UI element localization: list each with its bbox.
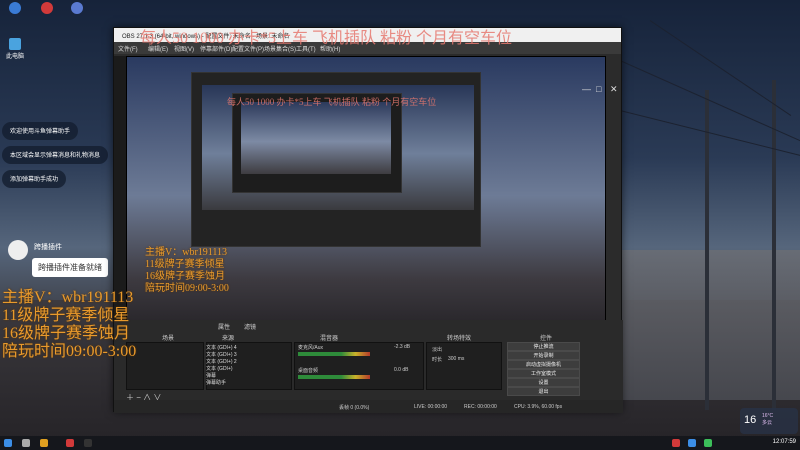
power-line <box>649 20 792 116</box>
minimize-icon[interactable]: — <box>582 84 591 94</box>
virtual-camera-button[interactable]: 启动虚拟摄像机 <box>507 360 580 369</box>
weather-widget[interactable]: 16 16°C 多云 <box>740 408 798 434</box>
nested-overlay-line: 陪玩时间09:00-3:00 <box>145 283 229 294</box>
dock-title-controls: 控件 <box>540 336 553 342</box>
desktop-icon[interactable] <box>64 2 90 15</box>
mixer-channel-db: 0.0 dB <box>394 367 409 373</box>
dock-title-scenes: 场景 <box>162 336 175 342</box>
filters-button[interactable]: 滤镜 <box>244 322 256 331</box>
source-item[interactable]: 文本 (GDI+) 4 <box>206 344 237 351</box>
computer-icon <box>9 38 21 50</box>
stop-streaming-button[interactable]: 停止推流 <box>507 342 580 351</box>
mixer-channel-name: 麦克风/Aux <box>298 345 324 351</box>
transition-duration-input[interactable]: 300 ms <box>448 356 464 362</box>
transition-type[interactable]: 淡出 <box>432 346 442 353</box>
taskbar-clock[interactable]: 12:07:59 <box>773 439 796 445</box>
studio-mode-button[interactable]: 工作室模式 <box>507 369 580 378</box>
taskbar-app-icon[interactable] <box>40 439 48 447</box>
chat-message: 本区域会显示弹幕消息和礼物消息 <box>2 146 109 164</box>
desktop-icon-this-pc[interactable]: 此电脑 <box>2 38 28 60</box>
weather-line: 多云 <box>762 420 773 426</box>
tray-icon[interactable] <box>688 439 696 447</box>
cpu-status: CPU: 3.9%, 60.00 fps <box>514 404 563 410</box>
close-icon[interactable]: ✕ <box>610 84 618 95</box>
exit-button[interactable]: 退出 <box>507 387 580 396</box>
transition-duration-label: 时长 <box>432 357 443 363</box>
source-item[interactable]: 弹幕 <box>206 372 216 379</box>
dock-title-mixer: 混音器 <box>320 336 339 342</box>
taskbar: 12:07:59 <box>0 436 800 450</box>
taskbar-app-icon[interactable] <box>22 439 30 447</box>
properties-button[interactable]: 属性 <box>218 322 230 331</box>
avatar <box>8 240 28 260</box>
maximize-icon[interactable]: □ <box>596 84 601 94</box>
nested-obs-preview-inner <box>232 93 402 193</box>
dropped-frames: 丢帧 0 (0.0%) <box>339 405 370 411</box>
app-icon <box>71 2 83 14</box>
desktop-icon[interactable] <box>34 2 60 15</box>
weather-detail: 16°C 多云 <box>762 413 773 427</box>
live-status: LIVE: 00:00:00 <box>414 404 448 410</box>
mixer-channel-db: -2.3 dB <box>394 344 411 350</box>
taskbar-app-icon[interactable] <box>84 439 92 447</box>
audio-meter <box>298 352 370 356</box>
source-item[interactable]: 文本 (GDI+) 3 <box>206 351 237 358</box>
menu-file[interactable]: 文件(F) <box>118 44 138 53</box>
weather-temp: 16 <box>744 414 757 426</box>
overlay-line: 陪玩时间09:00-3:00 <box>2 343 137 360</box>
nested-overlay-title: 每人50 1000 办卡*5上车 飞机插队 粘粉 个月有空车位 <box>227 97 437 107</box>
source-item[interactable]: 文本 (GDI+) 2 <box>206 358 237 365</box>
dock-title-transitions: 转场特效 <box>447 336 472 342</box>
utility-pole <box>705 90 709 410</box>
scenes-panel[interactable] <box>126 342 204 390</box>
search-icon <box>9 2 21 14</box>
source-item[interactable]: 弹幕助手 <box>206 379 226 386</box>
desktop-icon-label: 此电脑 <box>5 54 24 60</box>
tray-icon[interactable] <box>704 439 712 447</box>
rec-status: REC: 00:00:00 <box>464 404 497 410</box>
chat-message: 欢迎使用斗鱼弹幕助手 <box>2 122 79 140</box>
chat-message: 添加弹幕助手成功 <box>2 170 67 188</box>
taskbar-app-icon[interactable] <box>66 439 74 447</box>
weather-line: 16°C <box>762 413 774 419</box>
start-icon[interactable] <box>4 439 12 447</box>
overlay-title: 每人50 1000 办卡*5上车 飞机插队 粘粉 个月有空车位 <box>140 30 513 47</box>
dock-title-sources: 来源 <box>222 336 235 342</box>
plugin-status: 跨播插件准备就绪 <box>32 258 108 277</box>
audio-meter <box>298 375 370 379</box>
obs-sidebar <box>114 56 126 320</box>
source-item[interactable]: 文本 (GDI+) <box>206 365 233 372</box>
settings-button[interactable]: 设置 <box>507 378 580 387</box>
nested-preview-image <box>241 102 391 174</box>
desktop-icon[interactable] <box>2 2 28 15</box>
obs-window: OBS 27.1.3 (64-bit, windows) - 配置文件: 未命名… <box>113 27 623 413</box>
tray-icon[interactable] <box>672 439 680 447</box>
obs-preview[interactable]: 主播V：wbr191113 11级牌子赛季倾星 16级牌子赛季蚀月 陪玩时间09… <box>126 56 606 336</box>
mixer-channel-name: 桌面音频 <box>298 368 319 374</box>
plugin-name: 跨播插件 <box>34 244 62 251</box>
status-bar: LIVE: 00:00:00 REC: 00:00:00 CPU: 3.9%, … <box>114 400 623 413</box>
app-icon <box>41 2 53 14</box>
start-recording-button[interactable]: 开始录制 <box>507 351 580 360</box>
